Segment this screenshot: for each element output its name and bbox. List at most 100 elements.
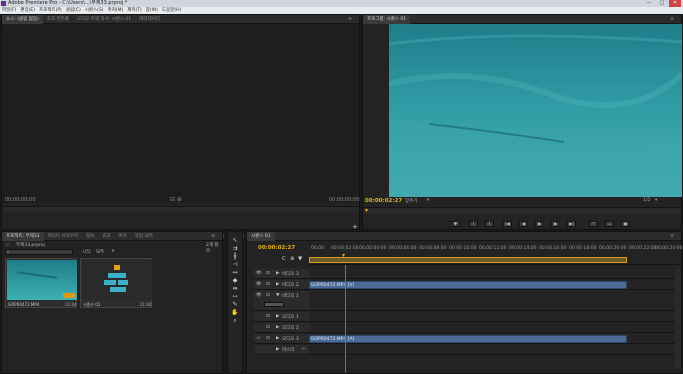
lock-icon[interactable]: ⊡	[266, 314, 270, 319]
playhead-line[interactable]	[345, 265, 346, 373]
menu-window[interactable]: 창(W)	[144, 7, 160, 14]
add-button-icon[interactable]: +	[352, 223, 358, 231]
tab-project[interactable]: 프로젝트: 무제33	[2, 232, 44, 241]
tab-effect-controls[interactable]: 효과 컨트롤	[43, 15, 73, 24]
rolling-edit-tool-icon[interactable]: ⊣	[230, 261, 240, 268]
track-header-video3[interactable]: 👁 ⊡ ▶ 비디오 3	[254, 269, 309, 279]
video-clip[interactable]: GOPR0472.MP4 [V]	[309, 281, 627, 289]
panel-menu-icon[interactable]: ≡	[666, 15, 678, 24]
track-header-audio2[interactable]: ⊡ ▶ 오디오 2	[254, 323, 309, 333]
source-fit-icon[interactable]: ⊟ ⊕	[170, 196, 182, 203]
menu-title[interactable]: 제목(T)	[125, 7, 144, 14]
project-item-sequence[interactable]: 시퀀스 01 21:04	[80, 258, 152, 308]
track-lane-audio2[interactable]	[309, 323, 681, 333]
step-back-button[interactable]: ◀	[519, 221, 528, 227]
expand-icon[interactable]: ▼	[276, 293, 279, 298]
menu-project[interactable]: 프로젝트(P)	[37, 7, 64, 14]
program-timecode[interactable]: 00:00:02:27	[365, 198, 402, 204]
extract-button[interactable]: ⇣	[605, 221, 614, 227]
lift-button[interactable]: ⇡	[589, 221, 598, 227]
visibility-icon[interactable]: 👁	[256, 293, 262, 298]
playhead-icon[interactable]: ▾	[365, 207, 368, 214]
snap-icon[interactable]: C	[282, 256, 286, 262]
hand-tool-icon[interactable]: ✋	[230, 309, 240, 316]
timeline-vertical-scrollbar[interactable]	[675, 269, 681, 369]
lock-icon[interactable]: ⊡	[266, 282, 270, 287]
speaker-icon[interactable]: ◁	[256, 336, 259, 341]
slide-tool-icon[interactable]: ⇿	[230, 293, 240, 300]
step-forward-button[interactable]: ▶	[551, 221, 560, 227]
tab-media-browser[interactable]: 미디어 브라우저	[44, 232, 82, 241]
audio-clip[interactable]: GOPR0472.MP4 [A]	[309, 335, 627, 343]
menu-help[interactable]: 도움말(H)	[160, 7, 183, 14]
maximize-button[interactable]: □	[656, 0, 668, 7]
mark-in-button[interactable]: ▼	[451, 221, 460, 227]
track-header-audio3[interactable]: ◁ ⊡ ▶ 오디오 3	[254, 334, 309, 344]
timeline-timecode[interactable]: 00:00:02:27	[258, 245, 295, 251]
tab-effects[interactable]: 효과	[98, 232, 114, 241]
tab-sequence[interactable]: 시퀀스 01	[247, 232, 275, 241]
panel-menu-icon[interactable]: ≡	[207, 232, 219, 241]
work-area-bar[interactable]	[309, 257, 627, 263]
playhead-marker-icon[interactable]: ▾	[342, 252, 345, 259]
marker-button[interactable]: }	[485, 221, 494, 227]
expand-icon[interactable]: ▶	[276, 282, 279, 287]
master-level-icon[interactable]: ⊢	[302, 347, 306, 352]
lock-icon[interactable]: ⊡	[266, 293, 270, 298]
expand-icon[interactable]: ▶	[276, 271, 279, 276]
zoom-dropdown-icon[interactable]: ▾	[655, 198, 657, 203]
panel-menu-icon[interactable]: ≡	[344, 15, 356, 24]
tab-info[interactable]: 정보	[82, 232, 98, 241]
track-lane-master[interactable]	[309, 345, 681, 355]
expand-icon[interactable]: ▶	[276, 325, 279, 330]
source-scrub-bar[interactable]	[2, 206, 359, 212]
menu-clip[interactable]: 클립(C)	[64, 7, 83, 14]
minimize-button[interactable]: —	[643, 0, 655, 7]
track-lane-video3[interactable]	[309, 269, 681, 279]
linked-selection-icon[interactable]: ⊕	[290, 256, 295, 262]
menu-file[interactable]: 파일(F)	[0, 7, 18, 14]
menu-edit[interactable]: 편집(E)	[18, 7, 37, 14]
track-lane-audio1[interactable]	[309, 312, 681, 322]
in-select[interactable]: 모두	[96, 249, 104, 255]
play-button[interactable]: ▶	[535, 221, 544, 227]
track-header-master[interactable]: ▶ 마스터 ⊢	[254, 345, 309, 355]
track-lane-video1[interactable]	[309, 291, 681, 311]
track-header-video2[interactable]: 👁 ⊡ ▶ 비디오 2	[254, 280, 309, 290]
program-scrub-bar[interactable]: ▾	[363, 207, 681, 214]
lock-icon[interactable]: ⊡	[266, 325, 270, 330]
expand-icon[interactable]: ▶	[276, 336, 279, 341]
program-fit-select[interactable]: 맞추기	[405, 198, 417, 204]
project-search-input[interactable]: ⌕	[5, 249, 73, 255]
visibility-icon[interactable]: 👁	[256, 282, 262, 287]
rate-stretch-tool-icon[interactable]: ↔	[230, 269, 240, 276]
tab-audio-mixer[interactable]: 오디오 트랙 믹서: 시퀀스 01	[73, 15, 135, 24]
fit-dropdown-icon[interactable]: ▾	[427, 198, 429, 203]
tab-markers[interactable]: 마커	[115, 232, 131, 241]
go-to-out-button[interactable]: ▶|	[567, 221, 576, 227]
track-lane-audio3[interactable]: GOPR0472.MP4 [A]	[309, 334, 681, 344]
track-lane-video2[interactable]: GOPR0472.MP4 [V]	[309, 280, 681, 290]
menu-sequence[interactable]: 시퀀스(S)	[83, 7, 106, 14]
program-zoom-select[interactable]: 1/2	[643, 198, 650, 203]
panel-menu-icon[interactable]: ≡	[666, 232, 678, 241]
track-select-tool-icon[interactable]: ⇉	[230, 245, 240, 252]
expand-icon[interactable]: ▶	[276, 314, 279, 319]
in-dropdown-icon[interactable]: ▾	[112, 249, 114, 254]
project-item-video[interactable]: GOPR0472.MP4 21:04	[5, 258, 77, 308]
tab-source[interactable]: 소스: (클립 없음)	[2, 15, 43, 24]
slip-tool-icon[interactable]: ⇹	[230, 285, 240, 292]
menu-marker[interactable]: 마커(M)	[106, 7, 126, 14]
mark-out-button[interactable]: |	[469, 221, 478, 227]
tab-metadata[interactable]: 메타데이터	[135, 15, 164, 24]
zoom-tool-icon[interactable]: ⌕	[230, 317, 240, 324]
visibility-icon[interactable]: 👁	[256, 271, 262, 276]
keyframe-display-toggle[interactable]	[264, 302, 284, 307]
lock-icon[interactable]: ⊡	[266, 336, 270, 341]
export-frame-button[interactable]: ▣	[621, 221, 630, 227]
expand-icon[interactable]: ▶	[276, 347, 279, 352]
razor-tool-icon[interactable]: ◆	[230, 277, 240, 284]
track-header-audio1[interactable]: ⊡ ▶ 오디오 1	[254, 312, 309, 322]
tab-program[interactable]: 프로그램: 시퀀스 01	[363, 15, 411, 24]
close-button[interactable]: ✕	[669, 0, 681, 7]
